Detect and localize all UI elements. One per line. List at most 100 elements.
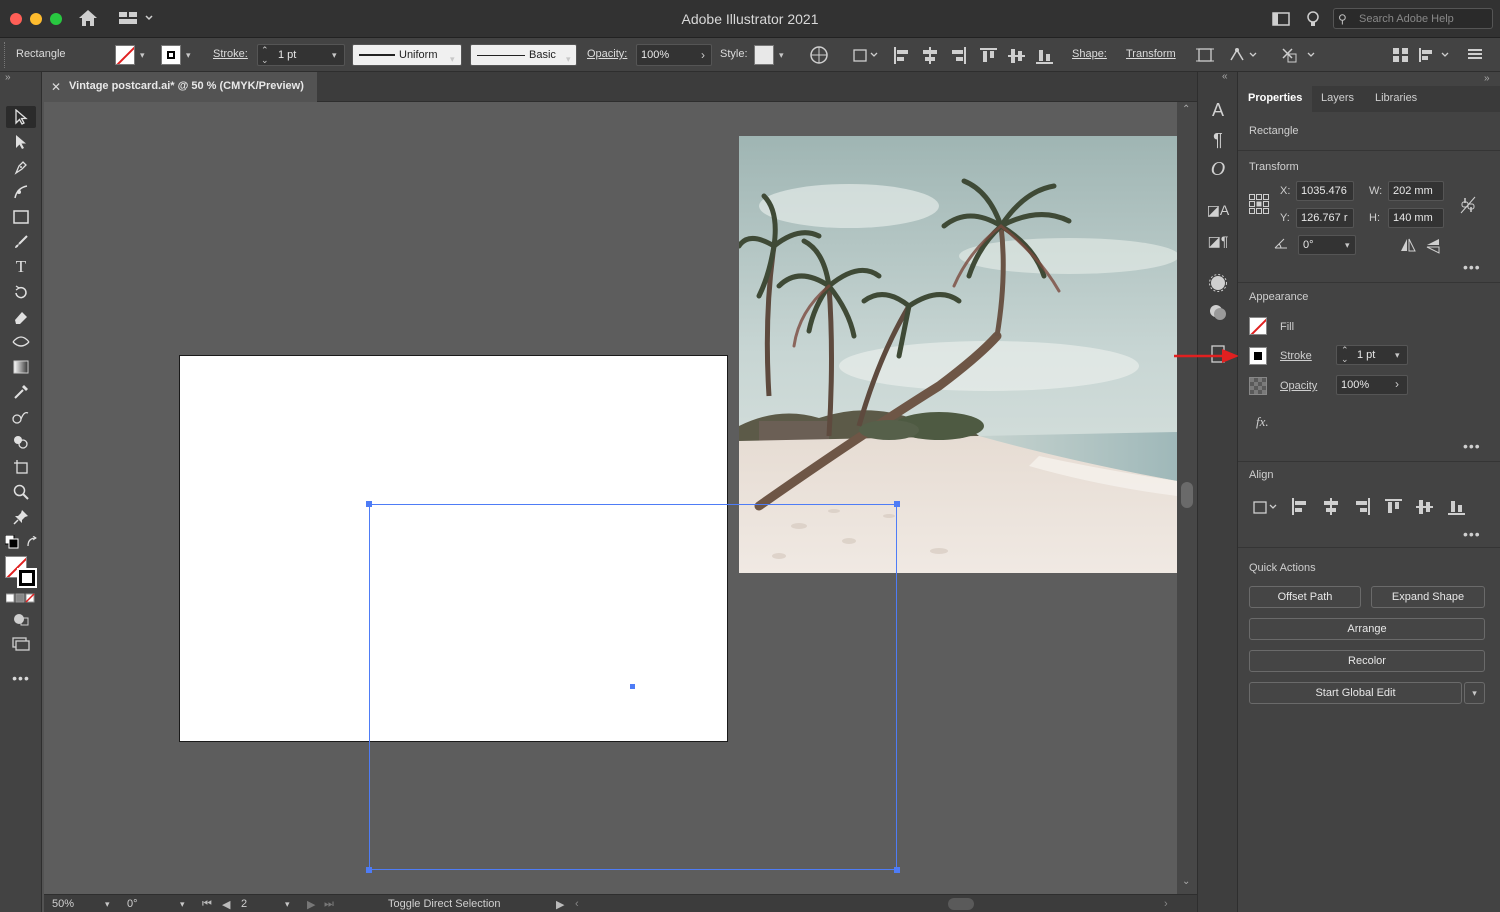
collapse-panel-icon[interactable]: » xyxy=(1484,73,1490,84)
width-field[interactable]: 202 mm xyxy=(1388,181,1444,201)
opacity-label[interactable]: Opacity: xyxy=(587,48,627,60)
direct-selection-tool-icon[interactable] xyxy=(6,131,36,153)
tab-layers[interactable]: Layers xyxy=(1321,92,1354,104)
panel-align-to-icon[interactable] xyxy=(1252,498,1280,519)
constrain-proportions-link-icon[interactable] xyxy=(1460,196,1476,217)
appearance-more-options-icon[interactable]: ••• xyxy=(1463,438,1481,454)
paintbrush-tool-icon[interactable] xyxy=(6,231,36,253)
rectangle-tool-icon[interactable] xyxy=(6,206,36,228)
vertical-scrollbar[interactable]: ⌃ ⌄ xyxy=(1177,102,1197,894)
panel-align-top-icon[interactable] xyxy=(1385,498,1403,519)
next-artboard-icon[interactable]: ▶ xyxy=(307,898,315,911)
flip-horizontal-icon[interactable] xyxy=(1400,238,1416,255)
start-global-edit-button[interactable]: Start Global Edit xyxy=(1249,682,1462,704)
color-gradient-none-icon[interactable] xyxy=(5,593,36,606)
offset-path-button[interactable]: Offset Path xyxy=(1249,586,1361,608)
variable-width-profile-select[interactable]: Uniform xyxy=(352,44,462,66)
appearance-stroke-swatch[interactable] xyxy=(1249,347,1267,365)
blend-tool-icon[interactable] xyxy=(6,406,36,428)
opacity-field[interactable]: 100% › xyxy=(636,44,712,66)
paragraph-styles-panel-icon[interactable]: ◪¶ xyxy=(1206,229,1230,253)
fx-effects-button[interactable]: fx. xyxy=(1256,414,1269,430)
expand-toolbar-icon[interactable]: » xyxy=(5,72,11,83)
stroke-label[interactable]: Stroke: xyxy=(213,48,248,60)
horizontal-scroll-thumb[interactable] xyxy=(948,898,974,910)
puppet-warp-icon[interactable] xyxy=(1228,46,1260,67)
opacity-options-link[interactable]: Opacity xyxy=(1280,380,1317,392)
appearance-stroke-chevron-icon[interactable]: ▾ xyxy=(1395,350,1400,361)
align-horizontal-center-icon[interactable] xyxy=(921,47,939,68)
stroke-swatch[interactable] xyxy=(161,45,181,65)
recolor-button[interactable]: Recolor xyxy=(1249,650,1485,672)
shape-label[interactable]: Shape: xyxy=(1072,48,1107,60)
scroll-down-icon[interactable]: ⌄ xyxy=(1182,876,1190,887)
scroll-left-icon[interactable]: ‹ xyxy=(575,898,579,910)
tab-libraries[interactable]: Libraries xyxy=(1375,92,1417,104)
artboard-chevron-icon[interactable]: ▾ xyxy=(285,899,290,910)
control-bar-menu-icon[interactable] xyxy=(1468,48,1482,63)
zoom-chevron-icon[interactable]: ▾ xyxy=(105,899,110,910)
transform-more-options-icon[interactable]: ••• xyxy=(1463,259,1481,275)
align-options-icon[interactable] xyxy=(1418,47,1454,66)
global-edit-options-chevron-icon[interactable]: ▾ xyxy=(1464,682,1485,704)
search-help-field[interactable]: ⚲ Search Adobe Help xyxy=(1333,8,1493,29)
expand-shape-button[interactable]: Expand Shape xyxy=(1371,586,1485,608)
stroke-swatch-toolbar[interactable] xyxy=(17,568,37,588)
rotate-tool-icon[interactable] xyxy=(6,281,36,303)
style-chevron-icon[interactable]: ▾ xyxy=(779,50,784,61)
gradient-tool-icon[interactable] xyxy=(6,356,36,378)
screen-mode-icon[interactable] xyxy=(6,633,36,655)
isolate-selected-object-icon[interactable] xyxy=(1196,46,1214,67)
document-tab[interactable]: ✕ Vintage postcard.ai* @ 50 % (CMYK/Prev… xyxy=(42,72,317,102)
align-bottom-icon[interactable] xyxy=(1036,47,1054,68)
close-tab-icon[interactable]: ✕ xyxy=(51,80,61,94)
first-artboard-icon[interactable]: ⏮ xyxy=(202,898,212,911)
arrange-documents-icon[interactable] xyxy=(1272,11,1290,30)
character-panel-icon[interactable]: A xyxy=(1206,98,1230,122)
selection-center-point[interactable] xyxy=(630,684,635,689)
fill-swatch-none[interactable] xyxy=(115,45,135,65)
selection-handle-top-left[interactable] xyxy=(366,501,372,507)
transform-link[interactable]: Transform xyxy=(1126,48,1176,60)
brush-chevron-icon[interactable]: ▾ xyxy=(566,54,571,65)
stroke-options-link[interactable]: Stroke xyxy=(1280,350,1312,362)
appearance-opacity-field[interactable]: 100% › xyxy=(1336,375,1408,395)
zoom-tool-icon[interactable] xyxy=(6,481,36,503)
curvature-tool-icon[interactable] xyxy=(6,181,36,203)
last-artboard-icon[interactable]: ⏭ xyxy=(324,898,334,911)
tab-properties[interactable]: Properties xyxy=(1238,86,1312,112)
rotation-angle-field[interactable]: 0° ▾ xyxy=(1298,235,1356,255)
eyedropper-tool-icon[interactable] xyxy=(6,381,36,403)
rotation-angle-chevron-icon[interactable]: ▾ xyxy=(1345,240,1350,251)
appearance-opacity-arrow-icon[interactable]: › xyxy=(1395,377,1399,391)
align-vertical-center-icon[interactable] xyxy=(1008,47,1026,68)
vertical-scroll-thumb[interactable] xyxy=(1181,482,1193,508)
appearance-stroke-stepper-icon[interactable]: ⌃ ⌄ xyxy=(1341,346,1349,364)
zoom-level[interactable]: 50% xyxy=(52,898,74,910)
appearance-stroke-weight-field[interactable]: ⌃ ⌄ 1 pt ▾ xyxy=(1336,345,1408,365)
artboard-tool-icon[interactable] xyxy=(6,456,36,478)
panel-align-horizontal-center-icon[interactable] xyxy=(1322,498,1340,519)
height-field[interactable]: 140 mm xyxy=(1388,208,1444,228)
y-position-field[interactable]: 126.767 r xyxy=(1296,208,1354,228)
reference-point-icon[interactable] xyxy=(1249,194,1269,217)
select-similar-objects-icon[interactable] xyxy=(1280,46,1318,67)
type-tool-icon[interactable]: T xyxy=(6,256,36,278)
recolor-artwork-icon[interactable] xyxy=(810,46,828,67)
selection-tool-icon[interactable] xyxy=(6,106,36,128)
align-to-icon[interactable] xyxy=(852,46,880,67)
shape-builder-tool-icon[interactable] xyxy=(6,431,36,453)
stroke-stepper-icon[interactable]: ⌃ ⌄ xyxy=(261,45,269,65)
stroke-weight-chevron-icon[interactable]: ▾ xyxy=(332,50,337,61)
align-left-icon[interactable] xyxy=(893,47,911,68)
status-menu-arrow-icon[interactable]: ▶ xyxy=(556,898,564,911)
panel-align-right-icon[interactable] xyxy=(1353,498,1371,519)
pen-tool-icon[interactable] xyxy=(6,156,36,178)
stroke-weight-field[interactable]: ⌃ ⌄ 1 pt ▾ xyxy=(257,44,345,66)
edit-toolbar-more-icon[interactable]: ••• xyxy=(6,667,36,689)
panel-align-left-icon[interactable] xyxy=(1291,498,1309,519)
align-right-icon[interactable] xyxy=(949,47,967,68)
appearance-panel-icon[interactable] xyxy=(1206,271,1230,295)
stroke-dropdown-chevron-icon[interactable]: ▾ xyxy=(186,50,191,61)
opentype-panel-icon[interactable]: O xyxy=(1206,157,1230,181)
